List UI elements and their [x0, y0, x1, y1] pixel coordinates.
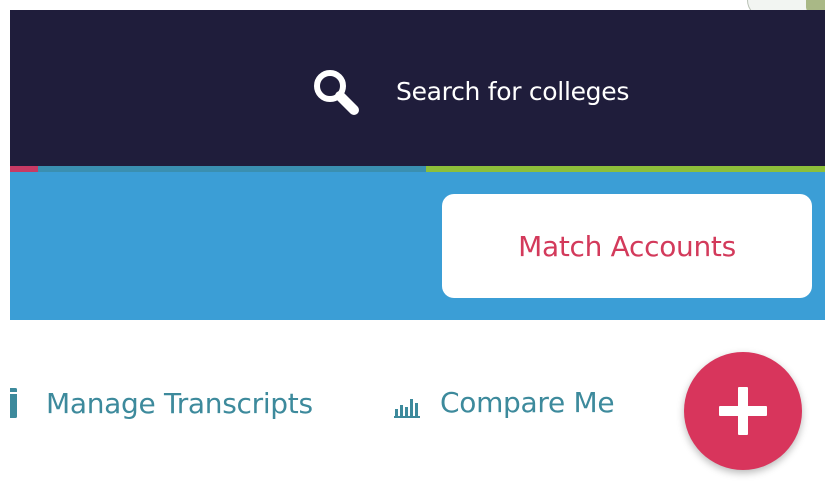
- search-icon: [308, 65, 366, 117]
- bar-chart-icon: [394, 392, 420, 418]
- action-bar: Match Accounts: [10, 172, 825, 320]
- search-label: Search for colleges: [396, 76, 630, 106]
- document-icon: [10, 386, 18, 420]
- nav-item-label: Manage Transcripts: [46, 386, 313, 420]
- match-accounts-button[interactable]: Match Accounts: [442, 194, 812, 298]
- nav-item-label: Compare Me: [440, 386, 615, 419]
- app-frame: Search for colleges Match Accounts Manag…: [10, 0, 825, 487]
- search-colleges-link[interactable]: Search for colleges: [308, 65, 629, 117]
- nav-manage-transcripts[interactable]: Manage Transcripts: [10, 386, 313, 420]
- add-fab-button[interactable]: [684, 352, 802, 470]
- nav-compare-me[interactable]: Compare Me: [394, 386, 615, 419]
- top-header: Search for colleges: [10, 10, 825, 167]
- plus-icon: [719, 387, 767, 435]
